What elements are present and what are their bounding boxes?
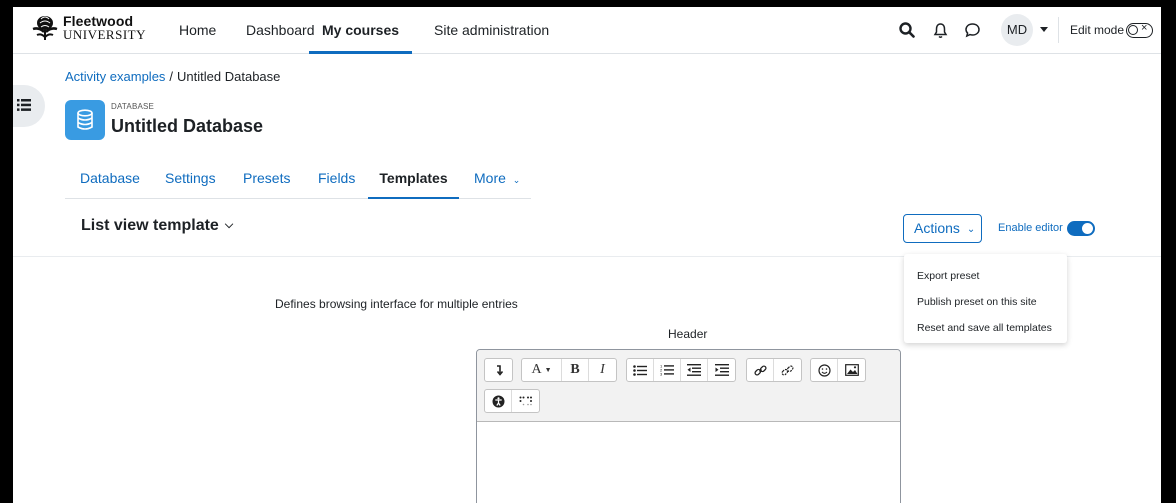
template-selector[interactable]: List view template ⌵ — [81, 217, 233, 235]
chevron-down-icon: ▼ — [544, 366, 552, 374]
enable-editor-toggle-knob — [1082, 223, 1093, 234]
bell-icon[interactable] — [933, 22, 948, 39]
user-avatar[interactable]: MD — [1001, 14, 1033, 46]
menu-item-export-preset[interactable]: Export preset — [917, 270, 979, 282]
tab-more[interactable]: More ⌄ — [474, 165, 520, 199]
outdent-icon[interactable] — [681, 359, 708, 381]
tab-fields[interactable]: Fields — [318, 165, 355, 199]
brand-subtitle: UNIVERSITY — [63, 27, 146, 42]
emoji-icon[interactable] — [811, 359, 838, 381]
tab-more-label: More — [474, 170, 506, 186]
breadcrumb-parent-link[interactable]: Activity examples — [65, 69, 165, 84]
chevron-down-icon: ⌵ — [224, 219, 234, 231]
toolbar-group-insert — [810, 358, 866, 382]
font-style-icon[interactable]: A ▼ — [522, 359, 562, 381]
nav-dashboard[interactable]: Dashboard — [246, 7, 315, 54]
navbar-divider — [1058, 17, 1059, 43]
page-title: Untitled Database — [111, 116, 264, 136]
actions-button-label: Actions — [914, 220, 960, 236]
template-selector-label: List view template — [81, 217, 219, 234]
enable-editor-label: Enable editor — [998, 222, 1063, 234]
menu-item-reset-templates[interactable]: Reset and save all templates — [917, 322, 1052, 334]
breadcrumb-separator: / — [169, 69, 174, 84]
nav-site-administration[interactable]: Site administration — [434, 7, 549, 54]
database-module-icon — [65, 100, 105, 140]
chevron-down-icon: ⌄ — [512, 175, 521, 185]
svg-text:3: 3 — [660, 372, 663, 377]
tab-settings[interactable]: Settings — [165, 165, 216, 199]
editor-toolbar: A ▼ B I 123 — [477, 350, 900, 422]
breadcrumb-current: Untitled Database — [177, 69, 281, 84]
italic-glyph: I — [600, 362, 605, 377]
tab-presets[interactable]: Presets — [243, 165, 290, 199]
module-type-label: DATABASE — [111, 102, 155, 111]
nav-my-courses[interactable]: My courses — [309, 7, 413, 54]
tab-templates[interactable]: Templates — [368, 165, 459, 199]
site-logo[interactable]: Fleetwood UNIVERSITY — [31, 14, 146, 42]
tab-database[interactable]: Database — [80, 165, 140, 199]
collapse-icon[interactable] — [485, 359, 512, 381]
list-icon — [17, 99, 31, 111]
italic-icon[interactable]: I — [589, 359, 616, 381]
bold-icon[interactable]: B — [562, 359, 589, 381]
indent-icon[interactable] — [708, 359, 735, 381]
image-icon[interactable] — [838, 359, 865, 381]
toolbar-group-lists: 123 — [626, 358, 736, 382]
accessibility-checker-icon[interactable] — [485, 390, 512, 412]
unlink-icon[interactable] — [774, 359, 801, 381]
breadcrumb: Activity examples / Untitled Database — [65, 69, 280, 84]
app-window: Fleetwood UNIVERSITY Home Dashboard My c… — [13, 7, 1161, 503]
toolbar-group-collapse — [484, 358, 513, 382]
font-style-glyph: A — [531, 362, 542, 377]
actions-button[interactable]: Actions ⌄ — [903, 214, 982, 243]
rich-text-editor: A ▼ B I 123 — [476, 349, 901, 503]
edit-mode-off-icon: × — [1141, 22, 1148, 34]
toolbar-group-style: A ▼ B I — [521, 358, 617, 382]
toolbar-group-links — [746, 358, 802, 382]
toolbar-group-accessibility — [484, 389, 540, 413]
enable-editor-toggle[interactable] — [1067, 221, 1095, 236]
edit-mode-toggle[interactable]: × — [1126, 22, 1153, 38]
user-menu-caret-icon[interactable] — [1040, 27, 1048, 32]
course-index-drawer-button[interactable] — [13, 85, 45, 127]
edit-mode-label: Edit mode — [1070, 23, 1125, 37]
link-icon[interactable] — [747, 359, 774, 381]
top-navbar: Fleetwood UNIVERSITY Home Dashboard My c… — [13, 7, 1161, 54]
chevron-down-icon: ⌄ — [966, 224, 976, 235]
unordered-list-icon[interactable] — [627, 359, 654, 381]
editor-content-area[interactable] — [477, 423, 900, 503]
actions-dropdown-menu: Export preset Publish preset on this sit… — [904, 254, 1067, 343]
menu-item-publish-preset[interactable]: Publish preset on this site — [917, 296, 1037, 308]
database-icon — [77, 109, 93, 130]
nav-home[interactable]: Home — [179, 7, 216, 54]
edit-mode-toggle-knob — [1128, 25, 1138, 35]
search-icon[interactable] — [899, 22, 915, 38]
fleetwood-logo-icon — [32, 16, 58, 40]
ordered-list-icon[interactable]: 123 — [654, 359, 681, 381]
messages-icon[interactable] — [964, 22, 981, 38]
screenreader-helper-icon[interactable] — [512, 390, 539, 412]
template-section-label: Header — [668, 327, 708, 341]
bold-glyph: B — [570, 362, 580, 377]
template-description: Defines browsing interface for multiple … — [275, 297, 518, 311]
secondary-navigation: Database Settings Presets Fields Templat… — [65, 165, 531, 199]
